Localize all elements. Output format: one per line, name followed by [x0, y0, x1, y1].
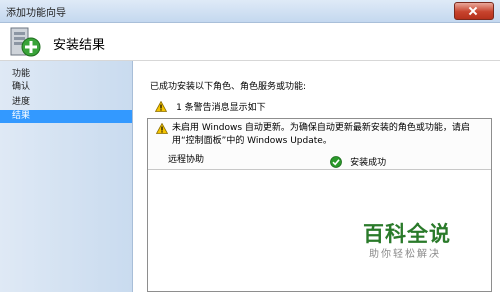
warning-icon [155, 101, 167, 112]
success-check-icon [330, 155, 342, 168]
role-status: 安装成功 [330, 151, 387, 168]
role-status-text: 安装成功 [350, 158, 387, 168]
add-feature-icon [10, 27, 41, 57]
title-bar: 添加功能向导 [0, 0, 500, 23]
warning-summary: 1 条警告消息显示如下 [155, 96, 266, 113]
results-intro: 已成功安装以下角色、角色服务或功能: [150, 82, 307, 92]
warning-message: 未启用 Windows 自动更新。为确保自动更新最新安装的角色或功能，请启用“控… [172, 123, 470, 146]
sidebar-item-features[interactable]: 功能 [0, 68, 132, 81]
main-content: 已成功安装以下角色、角色服务或功能: 1 条警告消息显示如下 未启用 Windo… [133, 61, 500, 292]
wizard-sidebar: 功能 确认 进度 结果 [0, 61, 133, 292]
sidebar-item-progress[interactable]: 进度 [0, 96, 132, 109]
warning-message-area: 未启用 Windows 自动更新。为确保自动更新最新安装的角色或功能，请启用“控… [148, 119, 491, 170]
role-name: 远程协助 [168, 155, 205, 165]
page-title: 安装结果 [53, 38, 106, 53]
results-panel[interactable]: 未启用 Windows 自动更新。为确保自动更新最新安装的角色或功能，请启用“控… [147, 118, 492, 292]
warning-icon [156, 123, 168, 134]
window-title: 添加功能向导 [6, 8, 66, 19]
close-button[interactable] [454, 2, 494, 20]
watermark-title: 百科全说 [363, 222, 451, 246]
sidebar-item-results[interactable]: 结果 [0, 110, 132, 123]
warning-summary-text: 1 条警告消息显示如下 [176, 103, 266, 113]
wizard-header: 安装结果 [0, 23, 500, 61]
sidebar-item-confirm[interactable]: 确认 [0, 81, 132, 94]
watermark-subtitle: 助你轻松解决 [369, 249, 441, 260]
